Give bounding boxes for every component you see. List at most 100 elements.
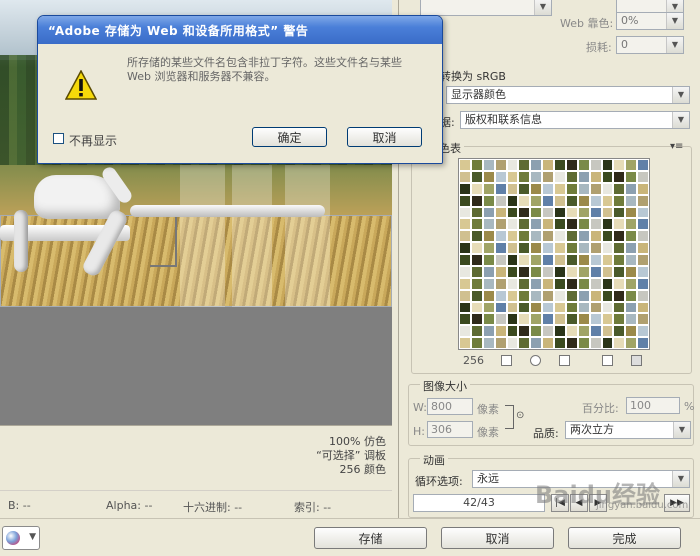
color-swatch[interactable]	[554, 230, 566, 243]
color-swatch[interactable]	[518, 301, 531, 314]
color-swatch[interactable]	[637, 301, 649, 314]
color-swatch[interactable]	[530, 218, 543, 231]
new-color-icon[interactable]	[602, 355, 613, 366]
color-swatch[interactable]	[637, 206, 649, 219]
color-swatch[interactable]	[530, 254, 543, 266]
color-swatch[interactable]	[637, 182, 649, 195]
color-swatch[interactable]	[625, 325, 638, 338]
color-swatch[interactable]	[494, 325, 507, 338]
color-swatch[interactable]	[613, 265, 626, 278]
color-swatch[interactable]	[637, 230, 649, 243]
cancel-button[interactable]: 取消	[441, 527, 554, 549]
color-swatch[interactable]	[482, 194, 495, 207]
web-snap-select[interactable]: 0% ▼	[616, 12, 684, 30]
color-swatch[interactable]	[625, 289, 638, 302]
color-swatch[interactable]	[482, 206, 495, 219]
color-swatch[interactable]	[506, 301, 519, 314]
browser-preview-button[interactable]: ▼	[2, 526, 40, 550]
color-swatch[interactable]	[554, 325, 566, 338]
color-swatch[interactable]	[459, 194, 471, 207]
color-swatch[interactable]	[542, 254, 554, 266]
color-swatch[interactable]	[565, 230, 578, 243]
color-swatch[interactable]	[613, 159, 626, 171]
color-swatch[interactable]	[459, 182, 471, 195]
color-swatch[interactable]	[565, 170, 578, 183]
color-swatch[interactable]	[637, 313, 649, 326]
color-swatch[interactable]	[613, 206, 626, 219]
color-swatch[interactable]	[625, 242, 638, 254]
color-swatch[interactable]	[482, 313, 495, 326]
color-swatch[interactable]	[482, 242, 495, 254]
color-swatch[interactable]	[577, 313, 590, 326]
color-swatch[interactable]	[577, 206, 590, 219]
color-swatch[interactable]	[482, 301, 495, 314]
color-swatch[interactable]	[494, 289, 507, 302]
color-swatch[interactable]	[589, 313, 602, 326]
color-swatch[interactable]	[577, 277, 590, 290]
color-swatch[interactable]	[554, 301, 566, 314]
color-swatch[interactable]	[482, 159, 495, 171]
color-swatch[interactable]	[482, 170, 495, 183]
color-swatch[interactable]	[554, 313, 566, 326]
lock-color-icon[interactable]	[559, 355, 570, 366]
color-swatch[interactable]	[494, 218, 507, 231]
color-swatch[interactable]	[565, 206, 578, 219]
color-swatch[interactable]	[542, 159, 554, 171]
color-swatch[interactable]	[494, 337, 507, 349]
trash-icon[interactable]	[631, 355, 642, 366]
color-swatch[interactable]	[482, 254, 495, 266]
color-swatch[interactable]	[459, 170, 471, 183]
color-swatch[interactable]	[601, 194, 614, 207]
color-swatch[interactable]	[542, 289, 554, 302]
color-swatch[interactable]	[589, 194, 602, 207]
web-shift-icon[interactable]	[530, 355, 541, 366]
color-swatch[interactable]	[637, 265, 649, 278]
color-swatch[interactable]	[542, 230, 554, 243]
color-swatch[interactable]	[470, 194, 483, 207]
color-swatch[interactable]	[565, 313, 578, 326]
color-swatch[interactable]	[470, 170, 483, 183]
color-swatch[interactable]	[589, 182, 602, 195]
color-swatch[interactable]	[459, 289, 471, 302]
color-swatch[interactable]	[589, 230, 602, 243]
color-swatch[interactable]	[625, 277, 638, 290]
color-swatch[interactable]	[613, 242, 626, 254]
color-swatch[interactable]	[589, 218, 602, 231]
color-swatch[interactable]	[459, 277, 471, 290]
color-swatch[interactable]	[601, 242, 614, 254]
color-swatch[interactable]	[625, 254, 638, 266]
color-swatch[interactable]	[482, 277, 495, 290]
color-swatch[interactable]	[506, 182, 519, 195]
color-swatch[interactable]	[542, 242, 554, 254]
color-swatch[interactable]	[613, 289, 626, 302]
color-swatch[interactable]	[589, 265, 602, 278]
color-swatch[interactable]	[459, 325, 471, 338]
color-swatch[interactable]	[482, 218, 495, 231]
color-swatch[interactable]	[613, 182, 626, 195]
color-swatch[interactable]	[530, 159, 543, 171]
color-swatch[interactable]	[625, 301, 638, 314]
color-swatch[interactable]	[518, 230, 531, 243]
color-swatch[interactable]	[470, 206, 483, 219]
color-swatch[interactable]	[506, 313, 519, 326]
color-swatch[interactable]	[542, 325, 554, 338]
color-swatch[interactable]	[625, 265, 638, 278]
color-swatch[interactable]	[482, 337, 495, 349]
color-swatch[interactable]	[601, 289, 614, 302]
color-swatch[interactable]	[577, 170, 590, 183]
color-swatch[interactable]	[470, 325, 483, 338]
color-swatch[interactable]	[613, 301, 626, 314]
color-swatch[interactable]	[589, 337, 602, 349]
color-swatch[interactable]	[518, 337, 531, 349]
color-swatch[interactable]	[601, 159, 614, 171]
color-swatch[interactable]	[577, 254, 590, 266]
color-swatch[interactable]	[459, 218, 471, 231]
color-swatch[interactable]	[518, 170, 531, 183]
color-swatch[interactable]	[542, 194, 554, 207]
color-swatch[interactable]	[542, 206, 554, 219]
link-icon[interactable]: ⊙	[516, 410, 524, 421]
color-swatch[interactable]	[613, 337, 626, 349]
height-field[interactable]: 306	[427, 421, 473, 438]
color-swatch[interactable]	[459, 254, 471, 266]
color-swatch[interactable]	[625, 218, 638, 231]
